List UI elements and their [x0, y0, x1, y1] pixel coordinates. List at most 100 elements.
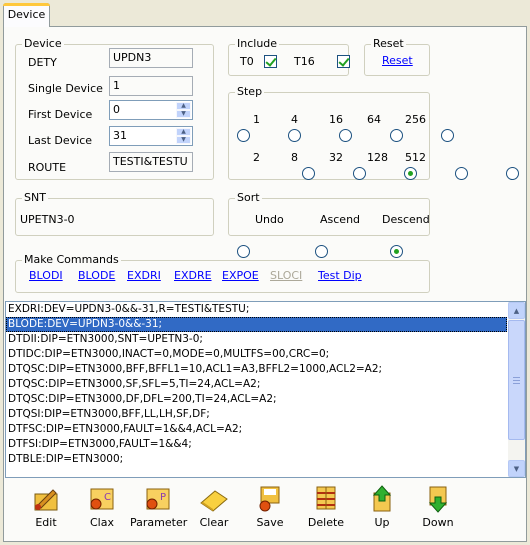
- scrollbar-grip-icon: [513, 377, 520, 384]
- sort-label-ascend: Ascend: [320, 213, 361, 226]
- sort-radio-undo[interactable]: [237, 245, 250, 258]
- svg-text:P: P: [160, 492, 166, 503]
- command-list-item[interactable]: DTDII:DIP=ETN3000,SNT=UPETN3-0;: [6, 332, 507, 347]
- sort-group-title: Sort: [235, 191, 262, 205]
- up-label: Up: [374, 516, 390, 529]
- make-command-link-blodi[interactable]: BLODI: [29, 269, 63, 283]
- step-group-title: Step: [235, 85, 265, 99]
- dety-field: UPDN3: [109, 48, 193, 68]
- edit-label: Edit: [35, 516, 57, 529]
- last-device-spinner[interactable]: 31 ▲ ▼: [109, 126, 193, 146]
- first-device-spinner[interactable]: 0 ▲ ▼: [109, 100, 193, 120]
- step-label-16: 16: [329, 113, 343, 126]
- step-radio-64[interactable]: [390, 129, 403, 142]
- step-radio-256[interactable]: [441, 129, 454, 142]
- up-button[interactable]: Up: [354, 485, 410, 533]
- spin-up-icon[interactable]: ▲: [176, 128, 191, 136]
- step-radio-512[interactable]: [506, 167, 519, 180]
- parameter-button[interactable]: P Parameter: [130, 485, 188, 533]
- make-command-link-exdre[interactable]: EXDRE: [174, 269, 212, 283]
- command-list-rows: EXDRI:DEV=UPDN3-0&&-31,R=TESTI&TESTU; BLO…: [6, 302, 525, 467]
- save-icon: [253, 485, 287, 513]
- delete-label: Delete: [307, 516, 345, 529]
- step-label-32: 32: [329, 151, 343, 164]
- t16-label: T16: [294, 55, 315, 68]
- command-list[interactable]: EXDRI:DEV=UPDN3-0&&-31,R=TESTI&TESTU; BLO…: [5, 301, 526, 478]
- step-label-64: 64: [367, 113, 381, 126]
- scroll-down-icon[interactable]: ▼: [508, 460, 525, 477]
- tab-device[interactable]: Device: [3, 3, 50, 27]
- clax-label: Clax: [90, 516, 114, 529]
- step-label-8: 8: [291, 151, 298, 164]
- command-list-item[interactable]: DTQSI:DIP=ETN3000,BFF,LL,LH,SF,DF;: [6, 407, 507, 422]
- command-list-item[interactable]: DTQSC:DIP=ETN3000,DF,DFL=200,TI=24,ACL=A…: [6, 392, 507, 407]
- step-radio-32[interactable]: [404, 167, 417, 180]
- step-label-2: 2: [253, 151, 260, 164]
- sort-label-descend: Descend: [382, 213, 430, 226]
- command-list-item[interactable]: DTFSC:DIP=ETN3000,FAULT=1&&4,ACL=A2;: [6, 422, 507, 437]
- step-radio-1[interactable]: [237, 129, 250, 142]
- make-command-link-exdri[interactable]: EXDRI: [127, 269, 161, 283]
- command-list-item[interactable]: DTQSC:DIP=ETN3000,BFF,BFFL1=10,ACL1=A3,B…: [6, 362, 507, 377]
- vertical-scrollbar[interactable]: ▲ ▼: [508, 302, 525, 477]
- clax-button[interactable]: C Clax: [74, 485, 130, 533]
- delete-button[interactable]: Delete: [298, 485, 354, 533]
- step-radio-16[interactable]: [339, 129, 352, 142]
- command-list-item[interactable]: DTQSC:DIP=ETN3000,SF,SFL=5,TI=24,ACL=A2;: [6, 377, 507, 392]
- down-button[interactable]: Down: [410, 485, 466, 533]
- include-group-title: Include: [235, 37, 280, 51]
- first-device-value: 0: [113, 103, 120, 116]
- make-command-link-expoe[interactable]: EXPOE: [222, 269, 259, 283]
- last-device-value: 31: [113, 129, 127, 142]
- snt-group-title: SNT: [22, 191, 48, 205]
- reset-link[interactable]: Reset: [382, 54, 413, 68]
- clear-label: Clear: [199, 516, 229, 529]
- make-command-link-blode[interactable]: BLODE: [78, 269, 115, 283]
- clear-button[interactable]: Clear: [186, 485, 242, 533]
- spin-down-icon[interactable]: ▼: [176, 110, 191, 118]
- edit-button[interactable]: Edit: [18, 485, 74, 533]
- command-list-item[interactable]: DTBLE:DIP=ETN3000;: [6, 452, 507, 467]
- step-radio-8[interactable]: [353, 167, 366, 180]
- clax-icon: C: [85, 485, 119, 513]
- first-device-spin-buttons[interactable]: ▲ ▼: [176, 102, 191, 118]
- save-label: Save: [256, 516, 284, 529]
- command-list-item[interactable]: DTFSI:DIP=ETN3000,FAULT=1&&4;: [6, 437, 507, 452]
- scroll-up-icon[interactable]: ▲: [508, 302, 525, 319]
- command-list-item[interactable]: DTIDC:DIP=ETN3000,INACT=0,MODE=0,MULTFS=…: [6, 347, 507, 362]
- save-button[interactable]: Save: [242, 485, 298, 533]
- make-command-link-sloci: SLOCI: [270, 269, 303, 282]
- make-command-link-test-dip[interactable]: Test Dip: [318, 269, 362, 283]
- spin-down-icon[interactable]: ▼: [176, 136, 191, 144]
- step-label-1: 1: [253, 113, 260, 126]
- dety-label: DETY: [28, 56, 57, 69]
- reset-group-title: Reset: [371, 37, 406, 51]
- eraser-icon: [197, 485, 231, 513]
- command-list-item[interactable]: BLODE:DEV=UPDN3-0&&-31;: [6, 317, 507, 332]
- single-device-label: Single Device: [28, 82, 103, 95]
- step-radio-2[interactable]: [302, 167, 315, 180]
- t0-checkbox[interactable]: [264, 55, 277, 68]
- t0-label: T0: [240, 55, 254, 68]
- scrollbar-thumb[interactable]: [508, 320, 525, 440]
- single-device-field: 1: [109, 76, 193, 96]
- route-field: TESTI&TESTU: [109, 152, 193, 172]
- first-device-label: First Device: [28, 108, 93, 121]
- step-label-256: 256: [405, 113, 426, 126]
- sort-label-undo: Undo: [255, 213, 284, 226]
- last-device-label: Last Device: [28, 134, 93, 147]
- last-device-spin-buttons[interactable]: ▲ ▼: [176, 128, 191, 144]
- step-label-512: 512: [405, 151, 426, 164]
- step-label-128: 128: [367, 151, 388, 164]
- step-radio-4[interactable]: [288, 129, 301, 142]
- device-group-title: Device: [22, 37, 64, 51]
- spin-up-icon[interactable]: ▲: [176, 102, 191, 110]
- t16-checkbox[interactable]: [336, 55, 350, 68]
- command-list-item[interactable]: EXDRI:DEV=UPDN3-0&&-31,R=TESTI&TESTU;: [6, 302, 507, 317]
- sort-radio-descend[interactable]: [390, 245, 403, 258]
- edit-icon: [29, 485, 63, 513]
- parameter-label: Parameter: [130, 516, 188, 529]
- arrow-down-icon: [421, 485, 455, 513]
- step-radio-128[interactable]: [455, 167, 468, 180]
- sort-radio-ascend[interactable]: [315, 245, 328, 258]
